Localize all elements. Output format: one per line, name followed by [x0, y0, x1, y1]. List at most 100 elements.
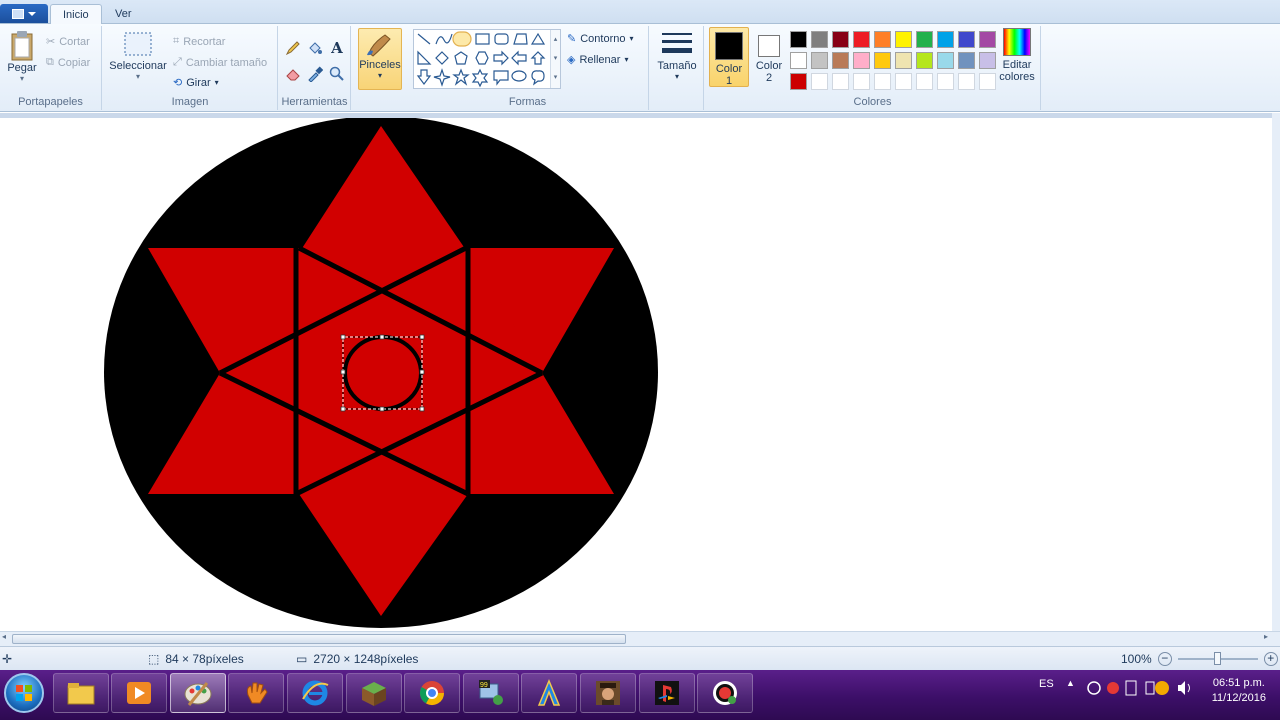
taskbar-internet-explorer[interactable]	[287, 673, 343, 713]
taskbar-recorder[interactable]	[697, 673, 753, 713]
zoom-text: 100%	[1121, 652, 1152, 666]
taskbar-hand-app[interactable]	[228, 673, 284, 713]
palette-swatch[interactable]	[979, 73, 996, 90]
palette-swatch[interactable]	[937, 31, 954, 48]
resize-label: Cambiar tamaño	[185, 56, 268, 69]
palette-swatch[interactable]	[916, 31, 933, 48]
scroll-left-icon[interactable]: ◂	[2, 632, 6, 641]
taskbar-chrome[interactable]	[404, 673, 460, 713]
copy-button[interactable]: ⧉ Copiar	[46, 56, 90, 69]
eraser-tool[interactable]	[283, 64, 303, 84]
palette-swatch[interactable]	[874, 73, 891, 90]
palette-swatch[interactable]	[916, 73, 933, 90]
palette-swatch[interactable]	[853, 52, 870, 69]
palette-swatch[interactable]	[958, 31, 975, 48]
palette-swatch[interactable]	[874, 52, 891, 69]
palette-swatch[interactable]	[958, 52, 975, 69]
paint-menu-button[interactable]	[0, 4, 48, 23]
taskbar-minecraft[interactable]	[346, 673, 402, 713]
ie-icon	[302, 680, 329, 706]
clock-date: 11/12/2016	[1211, 692, 1266, 704]
color-picker-tool[interactable]	[305, 64, 325, 84]
color2-button[interactable]: Color 2	[749, 27, 789, 87]
selection-handle	[340, 369, 346, 375]
magnifier-tool[interactable]	[327, 64, 347, 84]
paint-bucket-icon	[309, 42, 322, 54]
outline-label: Contorno	[580, 32, 626, 45]
palette-swatch[interactable]	[832, 52, 849, 69]
fill-button[interactable]: ◈ Rellenar ▾	[567, 53, 628, 67]
tray-icons	[1086, 678, 1196, 701]
palette-swatch[interactable]	[811, 73, 828, 90]
start-button[interactable]	[4, 673, 44, 713]
scroll-right-icon[interactable]: ▸	[1264, 632, 1268, 641]
taskbar-media-player[interactable]	[111, 673, 167, 713]
palette-swatch[interactable]	[790, 73, 807, 90]
system-clock[interactable]: 06:51 p.m. 11/12/2016	[1212, 676, 1266, 706]
select-label: Seleccionar	[109, 60, 167, 72]
hexagon-shape-icon	[475, 51, 489, 65]
brushes-button[interactable]: Pinceles ▾	[358, 28, 402, 90]
palette-swatch[interactable]	[790, 31, 807, 48]
tab-view[interactable]: Ver	[103, 4, 144, 25]
palette-swatch[interactable]	[895, 73, 912, 90]
color1-button[interactable]: Color 1	[709, 27, 749, 87]
edit-colors-button[interactable]: Editar colores	[996, 28, 1038, 83]
palette-swatch[interactable]	[895, 31, 912, 48]
paste-button[interactable]: Pegar ▾	[5, 30, 39, 83]
zoom-slider-thumb[interactable]	[1213, 652, 1221, 665]
taskbar-explorer[interactable]	[53, 673, 109, 713]
horizontal-scroll-thumb[interactable]	[12, 634, 626, 644]
palette-swatch[interactable]	[979, 31, 996, 48]
show-hidden-icons-icon[interactable]: ▲	[1066, 678, 1075, 688]
text-tool[interactable]: A	[327, 38, 347, 58]
taskbar-arc-app[interactable]	[521, 673, 577, 713]
arc-logo-icon	[537, 679, 561, 706]
palette-swatch[interactable]	[832, 73, 849, 90]
tab-home[interactable]: Inicio	[50, 4, 102, 25]
palette-swatch[interactable]	[937, 52, 954, 69]
selection-size-text: 84 × 78píxeles	[165, 652, 244, 666]
palette-swatch[interactable]	[958, 73, 975, 90]
palette-swatch[interactable]	[874, 31, 891, 48]
resize-icon: ⤢	[173, 56, 182, 68]
fill-tool[interactable]	[305, 38, 325, 58]
horizontal-scrollbar[interactable]: ◂ ▸	[0, 631, 1280, 646]
drawing-canvas[interactable]	[0, 118, 1272, 631]
palette-swatch[interactable]	[853, 73, 870, 90]
zoom-out-icon[interactable]: −	[1157, 652, 1172, 666]
taskbar-paint[interactable]	[170, 673, 226, 713]
outline-button[interactable]: ✎ Contorno ▾	[567, 32, 634, 46]
rotate-button[interactable]: ⟲ Girar ▾	[173, 76, 219, 90]
resize-button[interactable]: ⤢ Cambiar tamaño	[173, 56, 267, 69]
zoom-slider[interactable]	[1177, 652, 1258, 665]
taskbar-playstation-emulator[interactable]	[639, 673, 695, 713]
sharingan-drawing[interactable]	[0, 118, 1272, 631]
palette-swatch[interactable]	[790, 52, 807, 69]
taskbar-game[interactable]	[580, 673, 636, 713]
taskbar-device-manager[interactable]: 99	[463, 673, 519, 713]
selection-handle	[340, 334, 346, 340]
shapes-group-label: Formas	[508, 96, 547, 108]
vertical-scrollbar[interactable]	[1272, 113, 1280, 631]
fill-label: Rellenar	[579, 53, 621, 66]
palette-swatch[interactable]	[832, 31, 849, 48]
palette-swatch[interactable]	[811, 31, 828, 48]
palette-swatch[interactable]	[853, 31, 870, 48]
curve-shape-icon	[435, 33, 453, 45]
palette-swatch[interactable]	[979, 52, 996, 69]
palette-swatch[interactable]	[937, 73, 954, 90]
palette-swatch[interactable]	[895, 52, 912, 69]
language-indicator[interactable]: ES	[1039, 678, 1054, 690]
zoom-in-icon[interactable]: +	[1263, 652, 1278, 666]
crop-button[interactable]: ⌗ Recortar	[173, 35, 225, 48]
size-button[interactable]: Tamaño ▾	[652, 30, 702, 81]
pencil-tool[interactable]	[283, 38, 303, 58]
palette-swatch[interactable]	[811, 52, 828, 69]
shapes-scroll[interactable]: ▴ ▾ ▾	[550, 30, 560, 88]
select-button[interactable]: Seleccionar ▾	[108, 30, 168, 81]
chevron-down-icon: ▾	[377, 71, 382, 80]
cut-button[interactable]: ✂ Cortar	[46, 35, 90, 49]
palette-swatch[interactable]	[916, 52, 933, 69]
selection-icon	[124, 32, 152, 56]
